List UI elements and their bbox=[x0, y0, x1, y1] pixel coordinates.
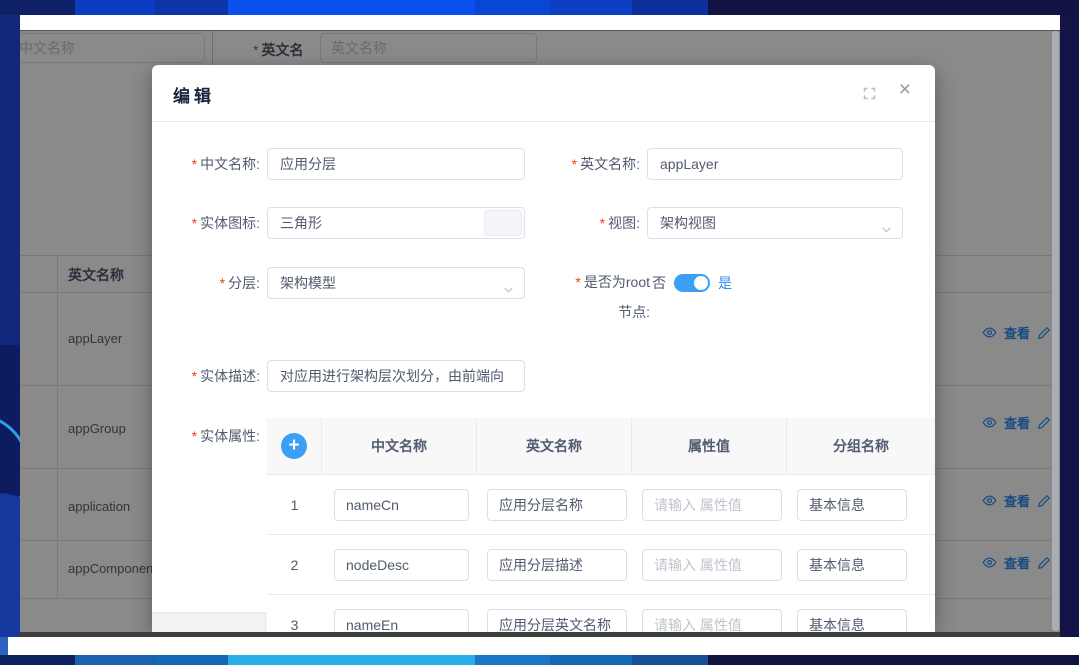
entity-icon-label: *实体图标: bbox=[152, 207, 260, 239]
chevron-down-icon bbox=[880, 216, 893, 246]
edit-modal: 编辑 × *中文名称: *英文名称: *实体图标: 三角形 *视图: bbox=[152, 65, 935, 632]
entity-icon-input[interactable]: 三角形 bbox=[267, 207, 525, 239]
attr-name-cn-input[interactable] bbox=[334, 549, 469, 581]
view-label: *视图: bbox=[550, 207, 640, 239]
bottom-left-notch bbox=[0, 637, 8, 655]
attr-name-en-input[interactable] bbox=[487, 489, 627, 521]
layer-select[interactable]: 架构模型 bbox=[267, 267, 525, 299]
close-icon[interactable]: × bbox=[899, 79, 911, 100]
decorative-circle bbox=[0, 493, 20, 637]
attr-group-input[interactable] bbox=[797, 549, 907, 581]
modal-title: 编辑 bbox=[173, 82, 215, 107]
attr-table-row: 1 bbox=[267, 475, 935, 535]
decorative-bottom-band bbox=[0, 655, 1079, 665]
decorative-right-band bbox=[1060, 15, 1079, 637]
chevron-down-icon bbox=[502, 276, 515, 306]
required-asterisk: * bbox=[572, 156, 577, 172]
row-index: 2 bbox=[267, 535, 322, 594]
add-attribute-button[interactable]: + bbox=[281, 433, 307, 459]
attr-table-header: + 中文名称 英文名称 属性值 分组名称 bbox=[267, 418, 935, 475]
required-asterisk: * bbox=[192, 215, 197, 231]
attr-value-input[interactable] bbox=[642, 489, 782, 521]
modal-header: 编辑 × bbox=[152, 65, 935, 122]
is-root-label: *是否为root节点: bbox=[574, 267, 650, 327]
attr-table-row: 2 bbox=[267, 535, 935, 595]
entity-desc-label: *实体描述: bbox=[152, 360, 260, 392]
attr-name-en-input[interactable] bbox=[487, 609, 627, 632]
required-asterisk: * bbox=[192, 156, 197, 172]
screenshot-stage: *英文名 英文名称 appLayer appGroup application … bbox=[0, 0, 1079, 665]
row-index: 1 bbox=[267, 475, 322, 534]
attr-group-input[interactable] bbox=[797, 489, 907, 521]
attr-value-input[interactable] bbox=[642, 609, 782, 632]
attr-header-name-cn: 中文名称 bbox=[322, 418, 477, 474]
entity-attrs-table: + 中文名称 英文名称 属性值 分组名称 1 2 bbox=[267, 418, 935, 632]
toggle-off-label: 否 bbox=[652, 273, 666, 293]
toggle-knob bbox=[694, 276, 708, 290]
required-asterisk: * bbox=[192, 428, 197, 444]
bottom-white-strip bbox=[0, 637, 1079, 655]
decorative-top-band bbox=[0, 0, 1079, 15]
entity-attrs-label: *实体属性: bbox=[152, 420, 260, 452]
layer-label: *分层: bbox=[152, 267, 260, 299]
name-en-input[interactable] bbox=[647, 148, 903, 180]
name-cn-label: *中文名称: bbox=[152, 148, 260, 180]
root-toggle-group: 否 是 bbox=[652, 267, 732, 299]
root-toggle-switch[interactable] bbox=[674, 274, 710, 292]
required-asterisk: * bbox=[192, 368, 197, 384]
attr-group-input[interactable] bbox=[797, 609, 907, 632]
view-select[interactable]: 架构视图 bbox=[647, 207, 903, 239]
icon-picker-button[interactable] bbox=[484, 210, 522, 236]
attr-header-group: 分组名称 bbox=[787, 418, 935, 474]
required-asterisk: * bbox=[220, 275, 225, 291]
attr-name-cn-input[interactable] bbox=[334, 489, 469, 521]
toggle-on-label: 是 bbox=[718, 273, 732, 293]
required-asterisk: * bbox=[575, 274, 580, 290]
fullscreen-icon[interactable] bbox=[862, 86, 877, 106]
required-asterisk: * bbox=[600, 215, 605, 231]
name-en-label: *英文名称: bbox=[550, 148, 640, 180]
attr-header-name-en: 英文名称 bbox=[477, 418, 632, 474]
entity-desc-input[interactable] bbox=[267, 360, 525, 392]
attr-table-row: 3 bbox=[267, 595, 935, 632]
attr-header-value: 属性值 bbox=[632, 418, 787, 474]
attr-name-cn-input[interactable] bbox=[334, 609, 469, 632]
row-index: 3 bbox=[267, 595, 322, 632]
page-scrollbar[interactable] bbox=[1052, 31, 1059, 631]
attr-name-en-input[interactable] bbox=[487, 549, 627, 581]
name-cn-input[interactable] bbox=[267, 148, 525, 180]
decorative-left-band bbox=[0, 15, 20, 637]
attr-value-input[interactable] bbox=[642, 549, 782, 581]
